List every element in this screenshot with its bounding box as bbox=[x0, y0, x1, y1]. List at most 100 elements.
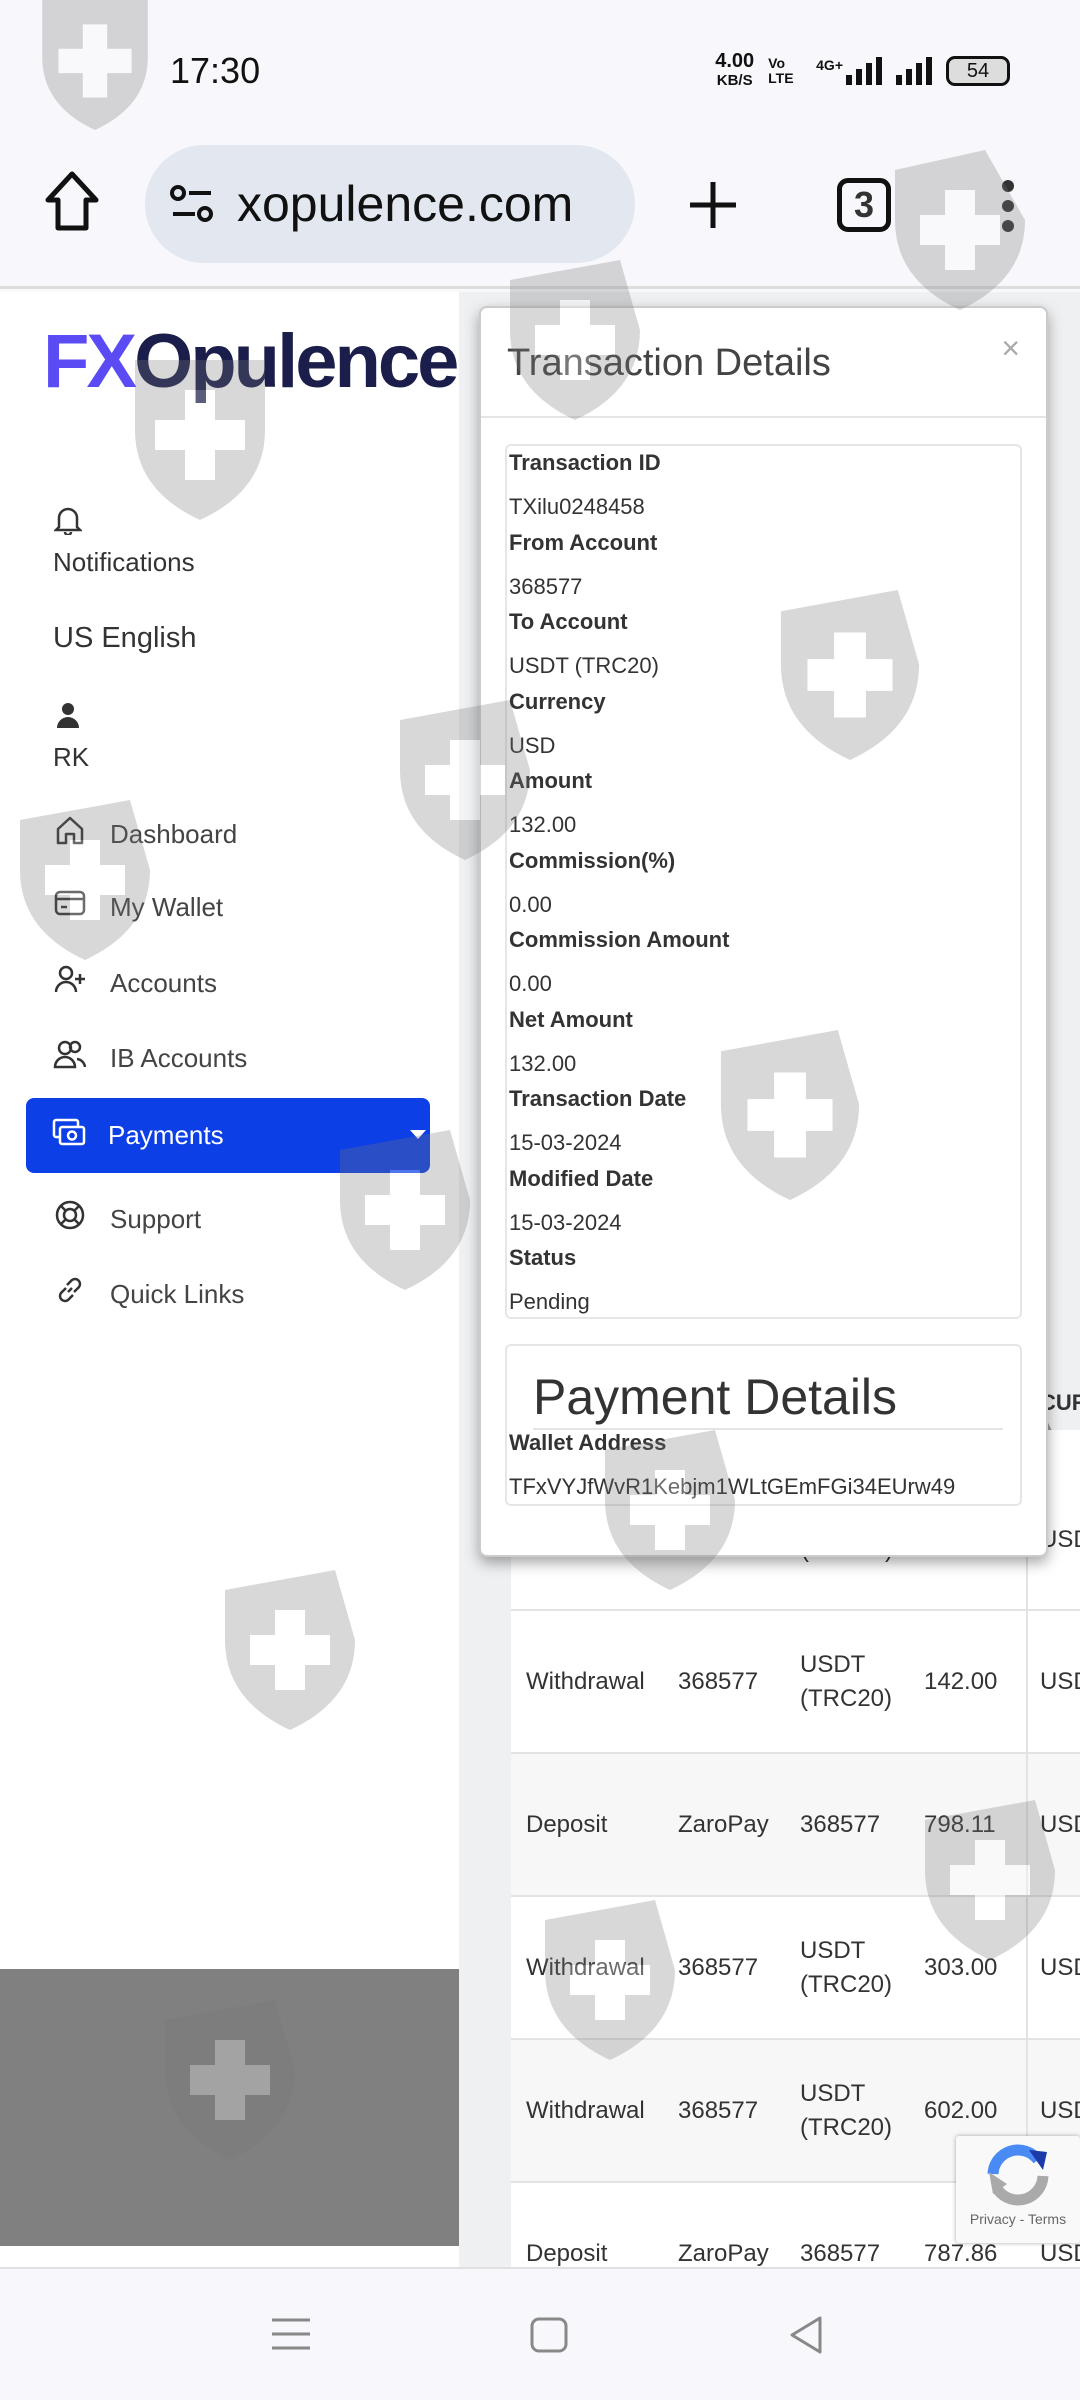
cell-type: Deposit bbox=[526, 2239, 608, 2267]
url-text[interactable]: xopulence.com bbox=[237, 175, 573, 233]
transaction-details-modal: Transaction Details × Transaction ID TXi… bbox=[479, 306, 1048, 1557]
sidebar-item-ib-accounts[interactable]: IB Accounts bbox=[52, 1039, 247, 1077]
sidebar-item-my-wallet[interactable]: My Wallet bbox=[52, 889, 223, 925]
sidebar-item-quick-links[interactable]: Quick Links bbox=[52, 1274, 244, 1314]
cell-currency: USD bbox=[1040, 2096, 1080, 2124]
sidebar-footer-overlay bbox=[0, 1969, 459, 2246]
recaptcha-icon bbox=[987, 2144, 1049, 2206]
recaptcha-badge[interactable]: Privacy - Terms bbox=[956, 2136, 1080, 2243]
wallet-address-label: Wallet Address bbox=[509, 1430, 667, 1455]
cell-to: 368577 bbox=[800, 2239, 881, 2267]
url-bar[interactable]: xopulence.com bbox=[145, 145, 635, 263]
field-value: 368577 bbox=[509, 574, 583, 599]
recaptcha-links[interactable]: Privacy - Terms bbox=[956, 2211, 1080, 2227]
field-label: Commission Amount bbox=[509, 927, 730, 952]
cell-type: Withdrawal bbox=[526, 1953, 645, 1981]
payment-details-box: Payment Details Wallet Address TFxVYJfWv… bbox=[505, 1344, 1022, 1506]
status-bar: 17:30 4.00 KB/S Vo LTE 4G+ 54 bbox=[0, 0, 1080, 130]
cell-type: Withdrawal bbox=[526, 2096, 645, 2124]
user-plus-icon bbox=[52, 964, 88, 1002]
sidebar-item-support[interactable]: Support bbox=[52, 1199, 201, 1239]
cell-from: 368577 bbox=[678, 2096, 759, 2124]
new-tab-icon[interactable] bbox=[688, 180, 738, 235]
field-label: Net Amount bbox=[509, 1007, 633, 1032]
field-value: 0.00 bbox=[509, 971, 552, 996]
sidebar-item-label: My Wallet bbox=[110, 891, 224, 922]
column-divider bbox=[1026, 1500, 1028, 2200]
site-settings-icon[interactable] bbox=[169, 184, 215, 224]
field-value: USDT (TRC20) bbox=[509, 653, 659, 678]
cell-currency: USD bbox=[1040, 1953, 1080, 1981]
volte-icon: Vo LTE bbox=[768, 55, 794, 86]
cell-to: USDT (TRC20) bbox=[800, 1650, 893, 1712]
wallet-address-value: TFxVYJfWvR1Kebjm1WLtGEmFGi34EUrw49 bbox=[509, 1474, 956, 1499]
battery-level: 54 bbox=[966, 59, 990, 82]
cell-from: ZaroPay bbox=[678, 2239, 769, 2267]
field-label: Transaction ID bbox=[509, 450, 661, 475]
sidebar-item-payments[interactable]: Payments bbox=[26, 1098, 430, 1173]
cell-currency: USD bbox=[1040, 1667, 1080, 1695]
tab-switcher-button[interactable]: 3 bbox=[837, 178, 891, 232]
field-value: USD bbox=[509, 733, 556, 758]
home-icon bbox=[52, 814, 88, 854]
field-label: Transaction Date bbox=[509, 1086, 687, 1111]
close-icon[interactable]: × bbox=[1001, 330, 1020, 367]
sidebar-item-dashboard[interactable]: Dashboard bbox=[52, 814, 237, 854]
cell-currency: USD bbox=[1040, 1810, 1080, 1838]
field-value: 132.00 bbox=[509, 1051, 577, 1076]
field-label: Status bbox=[509, 1245, 577, 1270]
users-icon bbox=[52, 1039, 88, 1077]
sidebar-item-label: Accounts bbox=[110, 967, 217, 998]
field-label: From Account bbox=[509, 530, 658, 555]
home-button-icon[interactable] bbox=[530, 2317, 568, 2358]
field-label: Modified Date bbox=[509, 1166, 654, 1191]
field-label: Commission(%) bbox=[509, 848, 676, 873]
cell-type: Deposit bbox=[526, 1810, 608, 1838]
notifications-link[interactable]: Notifications bbox=[53, 547, 195, 578]
battery-icon: 54 bbox=[946, 56, 1010, 86]
system-nav-bar bbox=[0, 2267, 1080, 2400]
cell-amount: 602.00 bbox=[924, 2096, 998, 2124]
cell-to: USDT (TRC20) bbox=[800, 1936, 893, 1998]
sidebar-item-label: Quick Links bbox=[110, 1278, 245, 1309]
user-icon[interactable] bbox=[57, 702, 79, 733]
divider bbox=[481, 416, 1046, 418]
logo-text: Opulence bbox=[134, 319, 459, 404]
sidebar-item-accounts[interactable]: Accounts bbox=[52, 964, 217, 1002]
details-list: Transaction ID TXilu0248458 From Account… bbox=[505, 444, 1022, 1319]
net-speed: 4.00 KB/S bbox=[715, 51, 754, 90]
table-row[interactable]: Withdrawal 368577 USDT (TRC20) 142.00 US… bbox=[511, 1609, 1080, 1752]
language-selector[interactable]: US English bbox=[53, 622, 196, 655]
field-value: 0.00 bbox=[509, 892, 552, 917]
cell-to: USDT (TRC20) bbox=[800, 2079, 893, 2141]
cell-from: 368577 bbox=[678, 1953, 759, 1981]
sidebar-item-label: Dashboard bbox=[110, 818, 238, 849]
modal-title: Transaction Details bbox=[507, 342, 831, 384]
field-label: Amount bbox=[509, 768, 593, 793]
table-row[interactable]: Deposit ZaroPay 368577 798.11 USD bbox=[511, 1752, 1080, 1895]
user-name[interactable]: RK bbox=[53, 742, 89, 773]
network-type: 4G+ bbox=[816, 57, 843, 73]
cell-to: 368577 bbox=[800, 1810, 881, 1838]
chevron-down-icon[interactable] bbox=[410, 1130, 426, 1147]
field-value: 15-03-2024 bbox=[509, 1130, 622, 1155]
recent-apps-icon[interactable] bbox=[272, 2317, 310, 2356]
clock: 17:30 bbox=[170, 50, 261, 91]
field-value: 132.00 bbox=[509, 812, 577, 837]
browser-toolbar: xopulence.com 3 bbox=[0, 130, 1080, 289]
home-icon[interactable] bbox=[44, 170, 100, 246]
field-label: Currency bbox=[509, 689, 606, 714]
cell-amount: 798.11 bbox=[924, 1810, 996, 1838]
sidebar-item-label: Support bbox=[110, 1203, 202, 1234]
sidebar-item-label: IB Accounts bbox=[110, 1042, 248, 1073]
net-speed-unit: KB/S bbox=[716, 72, 753, 89]
back-icon[interactable] bbox=[788, 2315, 824, 2360]
table-row[interactable]: Withdrawal 368577 USDT (TRC20) 303.00 US… bbox=[511, 1895, 1080, 2038]
field-label: To Account bbox=[509, 609, 628, 634]
bell-icon[interactable] bbox=[52, 505, 84, 540]
logo[interactable]: FXOpulence bbox=[43, 318, 459, 405]
field-value: 15-03-2024 bbox=[509, 1210, 622, 1235]
payments-icon bbox=[52, 1118, 86, 1153]
more-menu-icon[interactable] bbox=[998, 178, 1018, 239]
signal-2-icon bbox=[896, 57, 932, 85]
